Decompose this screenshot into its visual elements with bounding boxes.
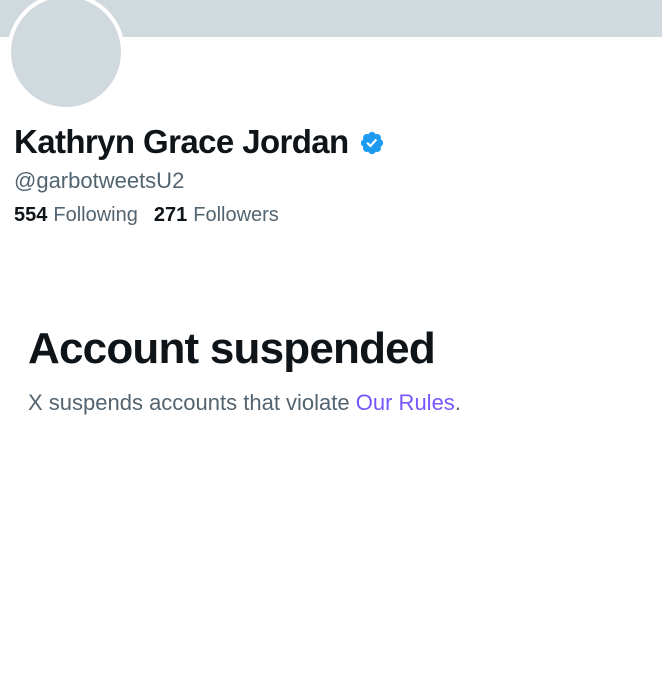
suspended-message: X suspends accounts that violate Our Rul…: [28, 388, 461, 418]
our-rules-link[interactable]: Our Rules: [356, 390, 455, 415]
display-name: Kathryn Grace Jordan: [14, 123, 349, 160]
followers-count: 271: [153, 204, 188, 226]
display-name-row: Kathryn Grace Jordan: [14, 122, 385, 162]
following-link[interactable]: 554 Following: [14, 201, 138, 229]
suspended-message-period: .: [454, 390, 461, 415]
followers-label: Followers: [193, 204, 279, 226]
follow-stats: 554 Following 271 Followers: [14, 201, 279, 229]
profile-handle: @garbotweetsU2: [14, 168, 185, 193]
verified-badge-icon[interactable]: [359, 130, 385, 156]
suspended-message-text: X suspends accounts that violate: [28, 390, 356, 415]
followers-link[interactable]: 271 Followers: [154, 201, 279, 229]
suspended-title: Account suspended: [28, 324, 436, 373]
following-count: 554: [14, 204, 48, 226]
following-label: Following: [53, 204, 138, 226]
avatar: [7, 0, 125, 111]
